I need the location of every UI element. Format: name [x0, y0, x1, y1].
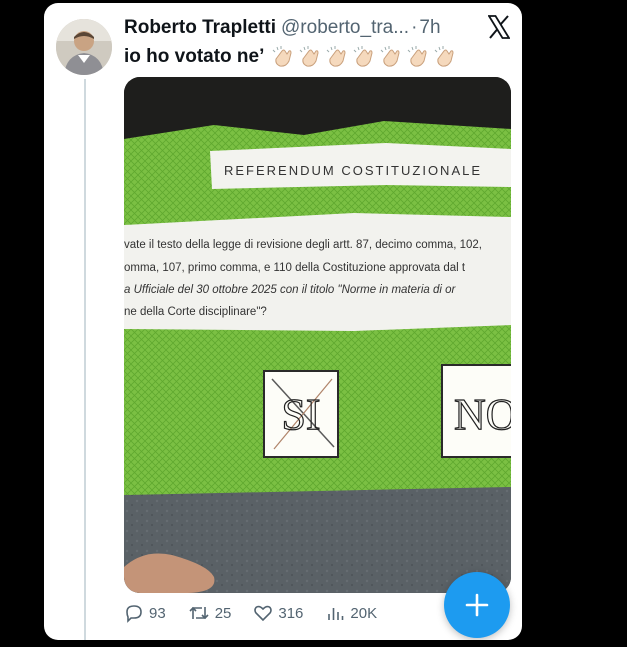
reply-count: 93 — [149, 604, 166, 622]
repost-icon — [189, 606, 209, 620]
like-button[interactable]: 316 — [253, 603, 303, 623]
clap-icon — [432, 45, 458, 69]
separator-dot: · — [411, 17, 418, 38]
compose-button[interactable] — [444, 572, 510, 638]
clap-emoji-row — [270, 45, 459, 69]
tweet-photo[interactable]: REFERENDUM COSTITUZIONALE vate il testo … — [124, 77, 511, 593]
avatar[interactable] — [56, 19, 112, 75]
like-icon — [254, 605, 273, 622]
timestamp[interactable]: 7h — [419, 17, 440, 39]
tweet-text: io ho votato ne’ — [124, 43, 459, 71]
author-handle[interactable]: @roberto_tra... — [281, 17, 409, 39]
clap-icon — [378, 45, 404, 69]
plus-icon — [465, 593, 489, 617]
thread-line — [84, 79, 86, 640]
reply-button[interactable]: 93 — [124, 603, 166, 623]
ballot-option-yes: SI — [281, 390, 320, 439]
clap-icon — [297, 45, 323, 69]
repost-count: 25 — [214, 604, 232, 622]
ballot-option-no: NO — [454, 390, 511, 439]
views-count: 20K — [350, 604, 378, 622]
tweet-card: Roberto Trapletti @roberto_tra... · 7h i… — [44, 3, 522, 640]
ballot-question-line-3: a Ufficiale del 30 ottobre 2025 con il t… — [124, 284, 457, 296]
ballot-question-line-1: vate il testo della legge di revisione d… — [124, 239, 482, 251]
tweet-header: Roberto Trapletti @roberto_tra... · 7h — [124, 13, 514, 43]
x-logo-icon[interactable] — [487, 15, 511, 39]
views-button[interactable]: 20K — [325, 603, 377, 623]
author-name[interactable]: Roberto Trapletti — [124, 17, 276, 39]
reply-icon — [126, 605, 142, 623]
clap-icon — [351, 45, 377, 69]
clap-icon — [405, 45, 431, 69]
ballot-question-line-4: ne della Corte disciplinare"? — [124, 306, 267, 318]
like-count: 316 — [278, 604, 304, 622]
ballot-heading: REFERENDUM COSTITUZIONALE — [224, 163, 482, 178]
repost-button[interactable]: 25 — [188, 603, 232, 623]
clap-icon — [324, 45, 350, 69]
tweet-body: io ho votato ne’ — [124, 46, 265, 67]
views-icon — [328, 608, 344, 620]
ballot-question-line-2: omma, 107, primo comma, e 110 della Cost… — [124, 262, 466, 274]
clap-icon — [270, 45, 296, 69]
